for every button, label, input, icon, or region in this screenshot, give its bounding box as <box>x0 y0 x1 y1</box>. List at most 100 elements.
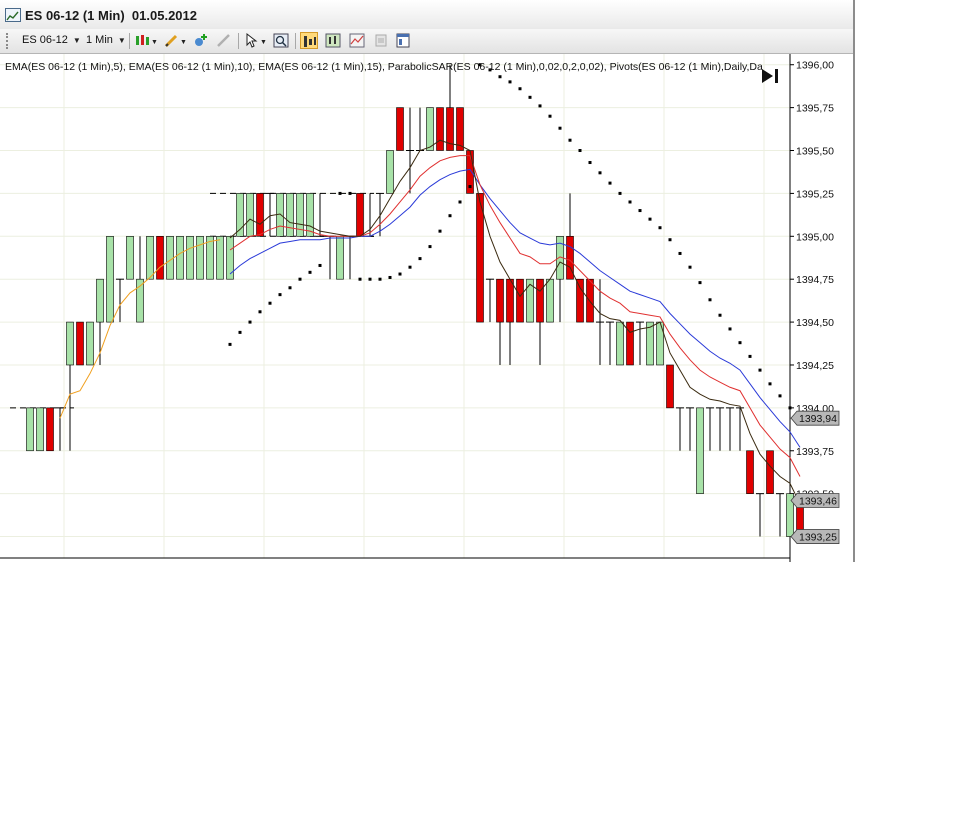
sar-dot <box>778 394 782 398</box>
sar-dot <box>578 149 582 153</box>
properties-icon <box>375 34 387 47</box>
window-title: ES 06-12 (1 Min) 01.05.2012 <box>25 8 197 23</box>
sar-dot <box>608 181 612 185</box>
candle-down <box>436 107 444 151</box>
candle-up <box>196 235 204 280</box>
sar-dot <box>378 277 382 281</box>
sar-dot <box>268 301 272 305</box>
candle-down <box>76 321 84 366</box>
properties-button[interactable] <box>372 32 390 49</box>
price-tag-label: 1393,25 <box>799 532 837 544</box>
candle-down <box>256 193 264 237</box>
candle-down <box>746 450 754 494</box>
candle-down <box>626 321 634 366</box>
sar-dot <box>548 114 552 118</box>
price-tick-label: 1395,75 <box>796 103 834 115</box>
sar-dot <box>248 320 252 324</box>
sar-dot <box>258 310 262 314</box>
price-tick-label: 1394,75 <box>796 274 834 286</box>
sar-dot <box>728 327 732 331</box>
sar-dot <box>628 200 632 204</box>
sar-dot <box>688 265 692 269</box>
zoom-button[interactable] <box>272 32 290 49</box>
chevron-down-icon: ▼ <box>117 36 126 45</box>
svg-text:▼: ▼ <box>260 39 267 46</box>
sar-dot <box>408 265 412 269</box>
sar-dot <box>738 341 742 345</box>
price-chart[interactable]: 1396,00 1395,75 1395,50 1395,25 1395,00 1394,… <box>0 54 853 562</box>
chart-window: ES 06-12 (1 Min) 01.05.2012 ES 06-12 ▼ 1 … <box>0 0 855 562</box>
sar-dot <box>558 126 562 130</box>
add-indicator-button[interactable] <box>192 32 210 49</box>
template-icon <box>396 33 410 48</box>
sar-dot <box>318 263 322 267</box>
chevron-down-icon: ▼ <box>72 36 81 45</box>
sar-dot <box>298 277 302 281</box>
bar-type-icon: ▼ <box>136 35 158 46</box>
sar-dot <box>758 368 762 372</box>
title-bar: ES 06-12 (1 Min) 01.05.2012 <box>0 0 853 30</box>
candle-up <box>26 407 34 452</box>
candle-down <box>476 193 484 323</box>
sar-dot <box>748 354 752 358</box>
sar-dot <box>458 200 462 204</box>
scroll-to-end-icon[interactable] <box>760 66 784 86</box>
chart-toolbar: ES 06-12 ▼ 1 Min ▼ ▼ ▼ ▼ <box>0 29 853 54</box>
interval-value: 1 Min <box>86 34 113 46</box>
candle-down <box>46 407 54 452</box>
ema10-line <box>229 155 801 477</box>
bar-type-button[interactable]: ▼ <box>134 32 158 49</box>
sar-dot <box>348 191 352 195</box>
candle-up <box>86 321 94 366</box>
data-box-button[interactable] <box>324 32 342 49</box>
chart-plot-area[interactable]: 1396,00 1395,75 1395,50 1395,25 1395,00 1394,… <box>0 54 853 562</box>
sar-dot <box>618 191 622 195</box>
chart-style-button[interactable] <box>300 32 318 49</box>
zoom-icon <box>273 33 289 48</box>
price-tag-label: 1393,46 <box>799 496 837 508</box>
candle-down <box>396 107 404 151</box>
candle-up <box>616 321 624 366</box>
candle-down <box>456 107 464 151</box>
candle-up <box>176 235 184 280</box>
sar-dot <box>698 281 702 285</box>
interval-selector[interactable]: 1 Min ▼ <box>86 32 126 49</box>
sar-dot <box>438 229 442 233</box>
template-button[interactable] <box>394 32 412 49</box>
add-indicator-icon <box>195 34 207 46</box>
sar-dot <box>418 257 422 261</box>
candle-up <box>646 321 654 366</box>
instrument-selector[interactable]: ES 06-12 ▼ <box>22 32 81 49</box>
candle-up <box>286 193 294 237</box>
strategy-button[interactable] <box>348 32 366 49</box>
sar-dot <box>388 275 392 279</box>
svg-text:▼: ▼ <box>180 39 187 46</box>
candle-up <box>126 235 134 280</box>
chart-window-icon <box>5 8 21 22</box>
toolbar-separator <box>295 33 296 49</box>
sar-dot <box>768 382 772 386</box>
svg-text:▼: ▼ <box>151 39 158 46</box>
candle-up <box>386 150 394 194</box>
sar-dot <box>678 251 682 255</box>
drawing-tool-button[interactable]: ▼ <box>163 32 187 49</box>
candle-down <box>766 450 774 494</box>
price-tick-label: 1394,50 <box>796 317 834 329</box>
sar-dot <box>588 161 592 165</box>
sar-dot <box>718 313 722 317</box>
candle-down <box>576 278 584 323</box>
cursor-mode-button[interactable]: ▼ <box>243 32 269 49</box>
toolbar-grip[interactable] <box>6 33 10 49</box>
candle-up <box>146 235 154 280</box>
sar-dot <box>788 406 792 410</box>
sar-dot <box>338 191 342 195</box>
strategy-icon <box>349 33 365 48</box>
remove-indicator-button[interactable] <box>215 32 233 49</box>
price-tick-label: 1395,00 <box>796 231 834 243</box>
drawing-pencil-icon: ▼ <box>164 34 187 48</box>
sar-dot <box>468 185 472 189</box>
ema15-line <box>229 168 801 448</box>
candle-up <box>106 235 114 323</box>
price-tick-label: 1396,00 <box>796 60 834 72</box>
sar-dot <box>648 217 652 221</box>
